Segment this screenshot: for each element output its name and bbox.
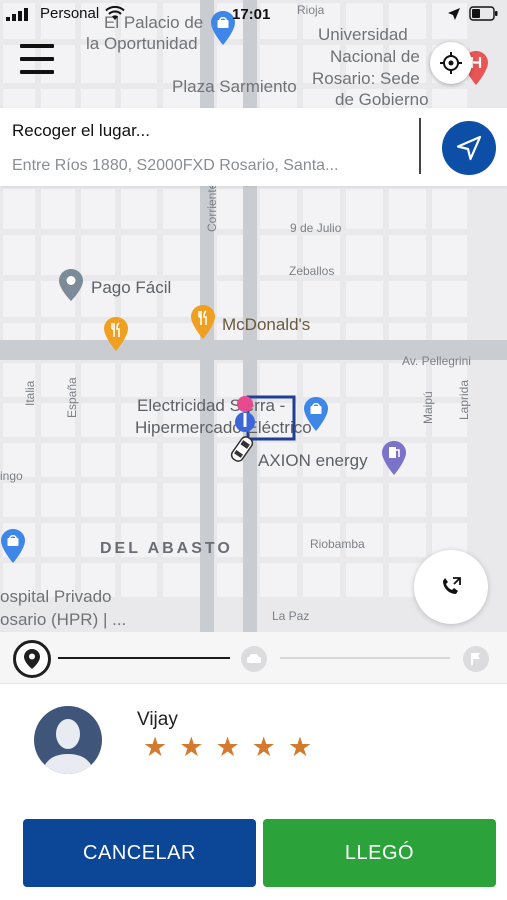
- arrived-button[interactable]: LLEGÓ: [263, 819, 496, 887]
- map-label-pago-facil: Pago Fácil: [91, 278, 172, 297]
- map-label-pellegrini: Av. Pellegrini: [402, 354, 471, 368]
- progress-line-done: [58, 657, 230, 659]
- restaurant-pin-icon[interactable]: [103, 316, 129, 352]
- cancel-button[interactable]: CANCELAR: [23, 819, 256, 887]
- map-label-electricidad-2: Hipermercado Eléctrico: [135, 418, 312, 437]
- map-label-universidad-4: de Gobierno: [335, 90, 429, 109]
- map-label-riobamba: Riobamba: [310, 537, 365, 551]
- gas-station-pin-icon[interactable]: [381, 440, 407, 476]
- trip-progress: [0, 632, 507, 684]
- map-view[interactable]: El Palacio de la Oportunidad Rioja Unive…: [0, 0, 507, 632]
- car-marker-icon: [230, 436, 254, 462]
- avatar: [34, 706, 102, 774]
- pickup-divider: [419, 118, 421, 174]
- pickup-title: Recoger el lugar...: [12, 121, 150, 140]
- signal-icon: [6, 7, 28, 21]
- shopping-pin-icon[interactable]: [303, 396, 329, 432]
- car-icon: [247, 654, 261, 663]
- star-icon: ★: [179, 732, 204, 762]
- shopping-pin-icon-left[interactable]: [0, 528, 26, 564]
- star-icon: ★: [215, 732, 240, 762]
- map-label-mcdonalds: McDonald's: [222, 315, 311, 334]
- map-label-electricidad: Electricidad Sierra -: [137, 396, 286, 415]
- carrier-name: Personal: [40, 5, 100, 22]
- map-label-ingo: ingo: [0, 469, 23, 483]
- location-pin-icon: [24, 649, 40, 669]
- map-label-maipu: Maipú: [421, 391, 435, 424]
- pickup-card[interactable]: Recoger el lugar... Entre Ríos 1880, S20…: [0, 108, 507, 186]
- step-pickup: [13, 640, 51, 678]
- map-label-zeballos: Zeballos: [289, 264, 335, 278]
- pickup-marker-icon: [235, 396, 255, 432]
- navigation-arrow-icon: [456, 135, 482, 161]
- map-label-laprida: Laprida: [457, 379, 471, 420]
- star-icon: ★: [143, 732, 168, 762]
- progress-line-todo: [280, 657, 450, 659]
- map-label-hospital-2: osario (HPR) | ...: [0, 610, 127, 629]
- call-button[interactable]: [414, 550, 488, 624]
- map-label-italia: Italia: [23, 380, 37, 406]
- driver-rating: ★ ★ ★ ★ ★: [143, 734, 312, 761]
- map-label-la-paz: La Paz: [272, 609, 310, 623]
- pickup-address[interactable]: Entre Ríos 1880, S2000FXD Rosario, Santa…: [12, 157, 412, 175]
- map-label-9-de-julio: 9 de Julio: [290, 221, 342, 235]
- battery-icon: [469, 6, 498, 21]
- step-car: [241, 646, 267, 672]
- crosshair-icon: [440, 52, 462, 74]
- map-label-plaza: Plaza Sarmiento: [172, 77, 297, 96]
- map-label-axion: AXION energy: [258, 451, 368, 470]
- avatar-placeholder-icon: [42, 719, 94, 774]
- navigate-button[interactable]: [442, 121, 496, 175]
- pago-facil-pin-icon[interactable]: [58, 268, 84, 302]
- wifi-icon: [105, 6, 125, 20]
- star-icon: ★: [251, 732, 276, 762]
- map-label-palacio-2: la Oportunidad: [86, 34, 198, 53]
- flag-icon: [471, 653, 480, 665]
- map-label-universidad-2: Nacional de: [330, 47, 420, 66]
- step-flag: [463, 646, 489, 672]
- hamburger-icon[interactable]: [20, 44, 56, 78]
- star-icon: ★: [287, 732, 313, 762]
- map-label-universidad-3: Rosario: Sede: [312, 69, 420, 88]
- status-bar: Personal 17:01: [0, 0, 507, 30]
- map-label-hospital: ospital Privado: [0, 587, 112, 606]
- map-label-espana: España: [65, 377, 79, 418]
- map-label-del-abasto: DEL ABASTO: [100, 540, 233, 557]
- phone-call-icon: [443, 577, 461, 594]
- mcdonalds-pin-icon[interactable]: [190, 304, 216, 340]
- locate-button[interactable]: [430, 42, 472, 84]
- driver-name: Vijay: [137, 709, 178, 730]
- location-arrow-icon: [448, 7, 460, 20]
- driver-card: Vijay ★ ★ ★ ★ ★: [0, 684, 507, 794]
- status-time: 17:01: [232, 6, 271, 23]
